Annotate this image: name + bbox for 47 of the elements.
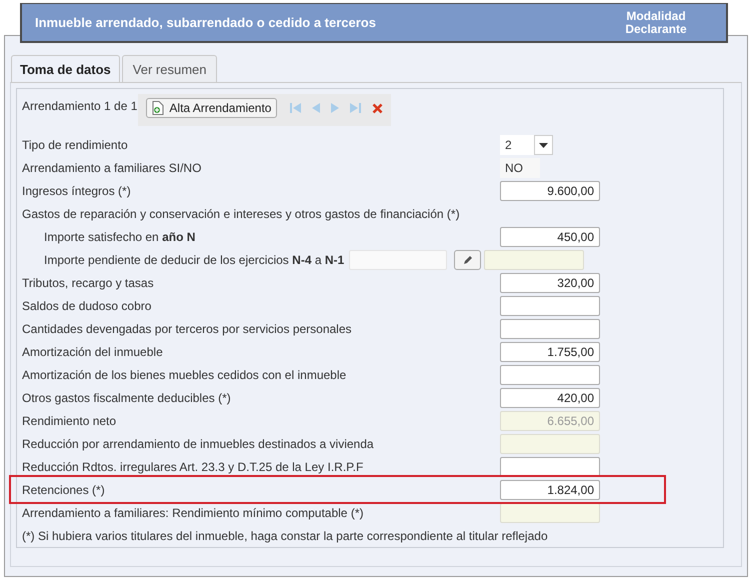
delete-icon[interactable] bbox=[372, 102, 384, 114]
field-label: Retenciones (*) bbox=[22, 482, 106, 496]
value-display: NO bbox=[500, 158, 540, 178]
edit-button[interactable] bbox=[454, 250, 482, 270]
field-label: Reducción por arrendamiento de inmuebles destinados a vivienda bbox=[22, 436, 375, 450]
field-label: Saldos de dudoso cobro bbox=[22, 298, 152, 312]
input-field[interactable]: 450,00 bbox=[500, 226, 600, 246]
footnote: (*) Si hubiera varios titulares del inmueble, haga constar la parte correspondiente al titular reflejado bbox=[22, 529, 549, 543]
input-field[interactable]: 9.600,00 bbox=[500, 180, 600, 200]
field-label: Reducción Rdtos. irregulares Art. 23.3 y D.T.25 de la Ley I.R.P.F bbox=[22, 460, 364, 474]
input-field[interactable] bbox=[500, 502, 600, 522]
input-field[interactable] bbox=[500, 318, 600, 338]
mode-label: Modalidad Declarante bbox=[624, 10, 688, 36]
add-button[interactable]: Alta Arrendamiento bbox=[146, 98, 278, 118]
field-label: Tributos, recargo y tasas bbox=[22, 276, 155, 290]
field-label: Arrendamiento a familiares SI/NO bbox=[22, 160, 202, 174]
field-label: Importe satisfecho en año N bbox=[43, 230, 196, 244]
page-title: Inmueble arrendado, subarrendado o cedido a terceros bbox=[35, 15, 376, 30]
input-field[interactable] bbox=[500, 456, 600, 476]
field-label: Ingresos íntegros (*) bbox=[22, 184, 132, 198]
tab[interactable]: Toma de datos bbox=[11, 55, 120, 82]
record-counter: Arrendamiento 1 de 1 bbox=[22, 99, 138, 113]
next-icon[interactable] bbox=[330, 102, 340, 114]
input-field[interactable] bbox=[500, 434, 600, 454]
section-label: Gastos de reparación y conservación e intereses y otros gastos de financiación (*) bbox=[22, 206, 461, 220]
field-label: Amortización del inmueble bbox=[22, 344, 164, 358]
pencil-icon bbox=[462, 254, 473, 264]
tab[interactable]: Ver resumen bbox=[122, 55, 218, 82]
field-label: Arrendamiento a familiares: Rendimiento mínimo computable (*) bbox=[22, 506, 364, 520]
field-label: Tipo de rendimiento bbox=[22, 138, 129, 152]
field-label: Rendimiento neto bbox=[22, 414, 118, 428]
input-field[interactable]: 320,00 bbox=[500, 272, 600, 292]
first-icon[interactable] bbox=[288, 102, 302, 114]
input-field[interactable] bbox=[484, 250, 584, 270]
input-field[interactable]: 1.755,00 bbox=[500, 342, 600, 362]
input-field[interactable] bbox=[500, 364, 600, 384]
field-label: Amortización de los bienes muebles cedidos con el inmueble bbox=[22, 368, 348, 382]
input-field[interactable] bbox=[500, 296, 600, 316]
last-icon[interactable] bbox=[349, 102, 364, 114]
input-field[interactable]: 1.824,00 bbox=[500, 480, 600, 500]
input-field[interactable]: 420,00 bbox=[500, 388, 600, 408]
caret-icon bbox=[534, 134, 553, 154]
field-label: Cantidades devengadas por terceros por servicios personales bbox=[22, 322, 353, 336]
field-label: Otros gastos fiscalmente deducibles (*) bbox=[22, 390, 232, 404]
field-label: Importe pendiente de deducir de los ejercicios N-4 a N-1 bbox=[43, 252, 344, 266]
add-document-icon bbox=[152, 101, 164, 115]
previous-icon[interactable] bbox=[311, 102, 322, 114]
